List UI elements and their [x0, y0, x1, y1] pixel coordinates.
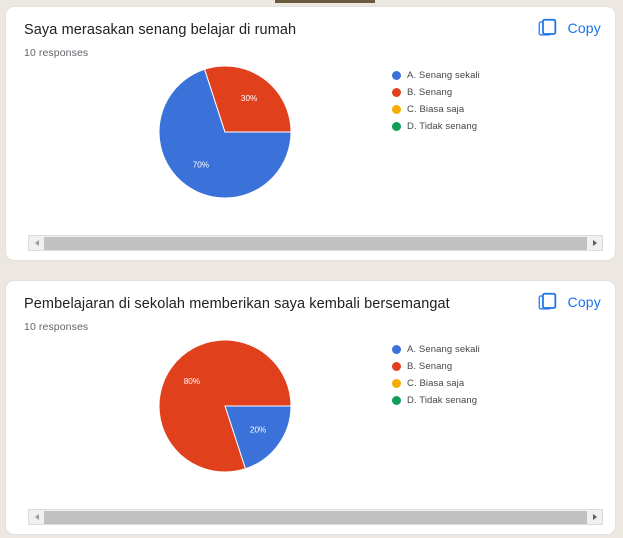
legend-label: A. Senang sekali: [407, 69, 480, 81]
legend-item[interactable]: B. Senang: [392, 358, 480, 374]
pie-chart: 20% 80%: [158, 339, 292, 473]
legend-item[interactable]: D. Tidak senang: [392, 118, 480, 134]
legend-label: C. Biasa saja: [407, 377, 465, 389]
scrollbar-thumb[interactable]: [44, 510, 587, 524]
response-count: 10 responses: [24, 47, 89, 59]
copy-button[interactable]: Copy: [537, 291, 601, 313]
top-tab-strip: [0, 0, 623, 3]
legend-item[interactable]: C. Biasa saja: [392, 101, 480, 117]
responses-page: Saya merasakan senang belajar di rumah 1…: [0, 3, 623, 538]
pie-slice-value-label: 30%: [241, 94, 257, 103]
legend-item[interactable]: C. Biasa saja: [392, 375, 480, 391]
triangle-left-icon: [34, 240, 39, 246]
triangle-right-icon: [592, 514, 597, 520]
legend-item[interactable]: B. Senang: [392, 84, 480, 100]
legend-color-dot: [392, 395, 401, 405]
question-title: Pembelajaran di sekolah memberikan saya …: [24, 296, 450, 312]
pie-chart: 70% 30%: [158, 65, 292, 199]
question-card: Pembelajaran di sekolah memberikan saya …: [5, 280, 616, 535]
scroll-right-button[interactable]: [587, 236, 602, 250]
legend-label: C. Biasa saja: [407, 103, 465, 115]
pie-chart-svg: 70% 30%: [158, 65, 292, 199]
legend-label: A. Senang sekali: [407, 343, 480, 355]
legend-color-dot: [392, 344, 401, 354]
pie-slices: [158, 65, 292, 199]
question-title: Saya merasakan senang belajar di rumah: [24, 22, 297, 38]
pie-slice-value-label: 80%: [184, 377, 200, 386]
legend-label: D. Tidak senang: [407, 394, 478, 406]
legend-label: D. Tidak senang: [407, 120, 478, 132]
pie-slices: [158, 339, 292, 473]
card-header: Pembelajaran di sekolah memberikan saya …: [6, 281, 615, 333]
legend-color-dot: [392, 87, 401, 97]
copy-button[interactable]: Copy: [537, 17, 601, 39]
legend-color-dot: [392, 70, 401, 80]
pie-slice-value-label: 70%: [193, 160, 209, 169]
legend-color-dot: [392, 121, 401, 131]
pie-slice-value-label: 20%: [250, 425, 266, 434]
scroll-right-button[interactable]: [587, 510, 602, 524]
pie-chart-svg: 20% 80%: [158, 339, 292, 473]
legend-item[interactable]: A. Senang sekali: [392, 341, 480, 357]
card-header: Saya merasakan senang belajar di rumah 1…: [6, 7, 615, 59]
scroll-left-button[interactable]: [29, 236, 44, 250]
chart-area: 20% 80% A. Senang sekali B. Senang C. Biasa…: [6, 337, 615, 505]
copy-icon: [537, 17, 559, 39]
chart-legend: A. Senang sekali B. Senang C. Biasa saja D.…: [392, 341, 480, 409]
legend-color-dot: [392, 361, 401, 371]
question-card: Saya merasakan senang belajar di rumah 1…: [5, 6, 616, 261]
triangle-left-icon: [34, 514, 39, 520]
response-count: 10 responses: [24, 321, 89, 333]
triangle-right-icon: [592, 240, 597, 246]
scrollbar-thumb[interactable]: [44, 236, 587, 250]
copy-label: Copy: [567, 20, 601, 36]
legend-color-dot: [392, 378, 401, 388]
copy-label: Copy: [567, 294, 601, 310]
legend-item[interactable]: D. Tidak senang: [392, 392, 480, 408]
legend-item[interactable]: A. Senang sekali: [392, 67, 480, 83]
horizontal-scrollbar[interactable]: [28, 509, 603, 525]
horizontal-scrollbar[interactable]: [28, 235, 603, 251]
copy-icon: [537, 291, 559, 313]
legend-label: B. Senang: [407, 360, 453, 372]
scroll-left-button[interactable]: [29, 510, 44, 524]
chart-legend: A. Senang sekali B. Senang C. Biasa saja D.…: [392, 67, 480, 135]
chart-area: 70% 30% A. Senang sekali B. Senang C. Biasa…: [6, 63, 615, 231]
legend-label: B. Senang: [407, 86, 453, 98]
active-tab-underline: [275, 0, 375, 3]
legend-color-dot: [392, 104, 401, 114]
